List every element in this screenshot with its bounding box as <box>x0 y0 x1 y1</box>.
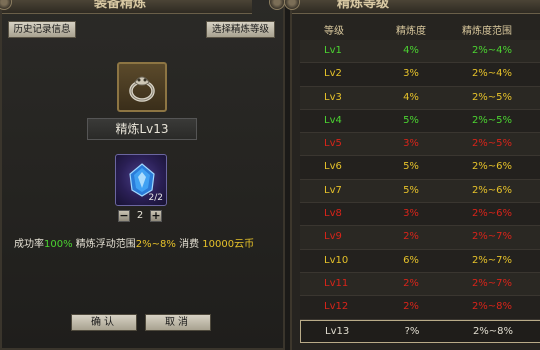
table-row[interactable]: Lv5 3% 2%~5% <box>300 133 540 157</box>
row-range: 2%~6% <box>471 161 513 173</box>
row-degree: 2% <box>403 277 419 289</box>
row-level: Lv5 <box>324 138 342 150</box>
row-range: 2%~8% <box>472 325 514 337</box>
row-range: 2%~7% <box>471 231 513 243</box>
row-degree: 2% <box>403 231 419 243</box>
refine-stone-slot[interactable]: 2/2 <box>115 154 167 206</box>
row-degree: 3% <box>403 68 419 80</box>
refine-level-panel: 精炼等级 等级 精炼度 精炼度范围 Lv1 4% 2%~4% Lv2 3% 2%~4% Lv… <box>284 0 540 350</box>
refine-info-line: 成功率100% 精炼浮动范围2%~8% 消费 10000云币 <box>14 235 254 250</box>
row-range: 2%~8% <box>471 301 513 313</box>
table-row[interactable]: Lv1 4% 2%~4% <box>300 40 540 64</box>
row-range: 2%~5% <box>471 114 513 126</box>
cost-value: 10000云币 <box>202 239 255 250</box>
decrease-button[interactable]: − <box>118 210 130 222</box>
row-range: 2%~4% <box>471 45 513 56</box>
table-row[interactable]: Lv9 2% 2%~7% <box>300 226 540 250</box>
row-degree: 4% <box>403 45 419 56</box>
confirm-button[interactable]: 确认 <box>71 314 137 331</box>
level-panel-title-bar: 精炼等级 <box>292 0 540 14</box>
row-range: 2%~5% <box>471 91 513 103</box>
row-level: Lv9 <box>324 231 342 243</box>
row-degree: 5% <box>403 114 419 126</box>
level-table-body: Lv1 4% 2%~4% Lv2 3% 2%~4% Lv3 4% 2%~5% Lv4 5% 2%~5%… <box>300 40 540 343</box>
row-range: 2%~7% <box>471 277 513 289</box>
header-degree: 精炼度 <box>396 26 426 37</box>
row-level: Lv6 <box>324 161 342 173</box>
level-panel-title: 精炼等级 <box>337 0 390 11</box>
row-degree: 3% <box>403 138 419 150</box>
cancel-button[interactable]: 取消 <box>145 314 211 331</box>
table-row[interactable]: Lv12 2% 2%~8% <box>300 296 540 320</box>
row-level: Lv7 <box>324 184 342 196</box>
row-degree: 5% <box>403 184 419 196</box>
float-range-label: 精炼浮动范围 <box>75 239 136 250</box>
ring-icon <box>129 76 155 102</box>
quantity-value: 2 <box>136 210 144 221</box>
increase-button[interactable]: + <box>150 210 162 222</box>
row-level: Lv13 <box>325 325 350 337</box>
equipment-slot[interactable] <box>117 62 167 112</box>
row-degree: 4% <box>403 91 419 103</box>
row-degree: 3% <box>403 208 419 220</box>
row-degree: ?% <box>404 325 420 337</box>
table-row[interactable]: Lv10 6% 2%~7% <box>300 249 540 273</box>
row-range: 2%~6% <box>471 184 513 196</box>
row-range: 2%~4% <box>471 68 513 80</box>
table-row[interactable]: Lv7 5% 2%~6% <box>300 179 540 204</box>
row-level: Lv4 <box>324 114 342 126</box>
select-level-button[interactable]: 选择精炼等级 <box>206 21 275 38</box>
refine-panel-title: 装备精炼 <box>94 0 147 11</box>
row-level: Lv1 <box>324 45 342 56</box>
table-row[interactable]: Lv8 3% 2%~6% <box>300 203 540 227</box>
table-row[interactable]: Lv2 3% 2%~4% <box>300 63 540 87</box>
row-degree: 2% <box>403 301 419 313</box>
row-range: 2%~5% <box>471 138 513 150</box>
refine-title-bar: 装备精炼 <box>2 0 252 14</box>
row-degree: 5% <box>403 161 419 173</box>
header-level: 等级 <box>324 26 344 37</box>
table-row[interactable]: Lv11 2% 2%~7% <box>300 272 540 297</box>
table-row[interactable]: Lv4 5% 2%~5% <box>300 109 540 134</box>
row-level: Lv12 <box>324 301 349 313</box>
history-button[interactable]: 历史记录信息 <box>8 21 76 38</box>
header-range: 精炼度范围 <box>462 26 512 37</box>
stone-count: 2/2 <box>148 193 163 203</box>
row-level: Lv11 <box>324 277 349 289</box>
row-range: 2%~7% <box>471 254 513 266</box>
refine-panel: 装备精炼 历史记录信息 选择精炼等级 精炼Lv13 2/2 − 2 + 成功率1… <box>0 0 285 350</box>
game-refine-window: 装备精炼 历史记录信息 选择精炼等级 精炼Lv13 2/2 − 2 + 成功率1… <box>0 0 540 350</box>
float-range-value: 2%~8% <box>135 239 176 250</box>
table-row[interactable]: Lv13?% 2%~8% <box>300 319 540 343</box>
row-degree: 6% <box>403 254 419 266</box>
row-range: 2%~6% <box>471 208 513 220</box>
row-level: Lv10 <box>324 254 349 266</box>
cost-label: 消费 <box>179 239 200 250</box>
table-row[interactable]: Lv3 4% 2%~5% <box>300 86 540 110</box>
success-rate-value: 100% <box>44 239 73 250</box>
row-level: Lv3 <box>324 91 342 103</box>
row-level: Lv2 <box>324 68 342 80</box>
ornament-icon <box>269 0 285 10</box>
refine-level-label: 精炼Lv13 <box>87 118 197 140</box>
row-level: Lv8 <box>324 208 342 220</box>
level-table-header: 等级 精炼度 精炼度范围 <box>300 17 540 39</box>
success-rate-label: 成功率 <box>14 239 44 250</box>
table-row[interactable]: Lv6 5% 2%~6% <box>300 156 540 180</box>
